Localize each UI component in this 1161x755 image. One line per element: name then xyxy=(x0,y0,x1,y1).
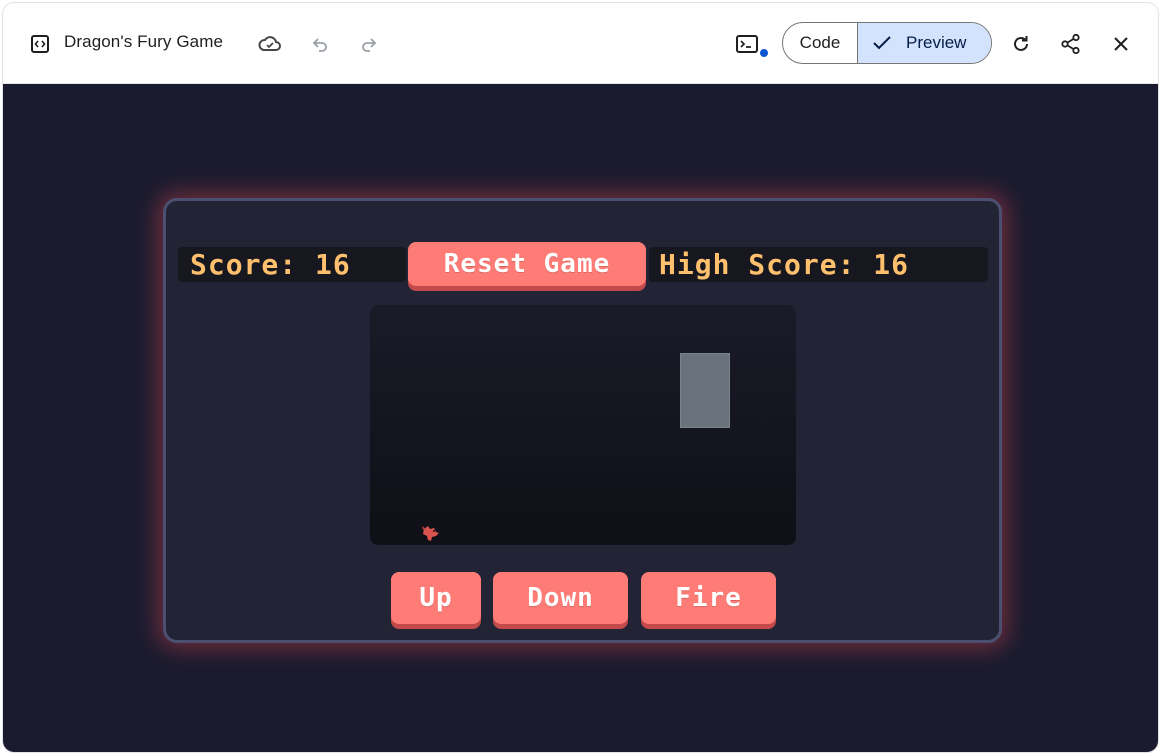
terminal-icon[interactable] xyxy=(735,33,759,55)
down-button[interactable]: Down xyxy=(493,572,628,624)
undo-icon[interactable] xyxy=(309,33,331,55)
check-icon xyxy=(872,35,892,51)
code-tab[interactable]: Code xyxy=(783,23,858,63)
refresh-icon[interactable] xyxy=(1010,33,1032,55)
close-icon[interactable] xyxy=(1110,33,1132,55)
high-score-display: High Score: 16 xyxy=(649,247,988,282)
app-window: Dragon's Fury Game Code Preview Score: 1… xyxy=(2,2,1159,753)
redo-icon[interactable] xyxy=(358,33,380,55)
game-canvas[interactable] xyxy=(370,305,796,545)
preview-label: Preview xyxy=(906,33,967,52)
app-title: Dragon's Fury Game xyxy=(64,32,224,51)
dragon-player-icon xyxy=(420,523,442,545)
share-icon[interactable] xyxy=(1059,32,1083,56)
preview-tab[interactable]: Preview xyxy=(858,23,991,63)
score-display: Score: 16 xyxy=(178,247,406,282)
up-button[interactable]: Up xyxy=(391,572,481,624)
preview-stage: Score: 16 Reset Game High Score: 16 Up D… xyxy=(3,84,1158,752)
fire-button[interactable]: Fire xyxy=(641,572,776,624)
cloud-icon[interactable] xyxy=(257,32,283,56)
game-container: Score: 16 Reset Game High Score: 16 Up D… xyxy=(163,198,1002,643)
obstacle xyxy=(680,353,730,428)
reset-game-button[interactable]: Reset Game xyxy=(408,242,646,286)
code-file-icon xyxy=(29,33,51,55)
top-bar: Dragon's Fury Game Code Preview xyxy=(3,3,1158,84)
notification-dot xyxy=(760,49,768,57)
view-toggle: Code Preview xyxy=(782,22,992,64)
